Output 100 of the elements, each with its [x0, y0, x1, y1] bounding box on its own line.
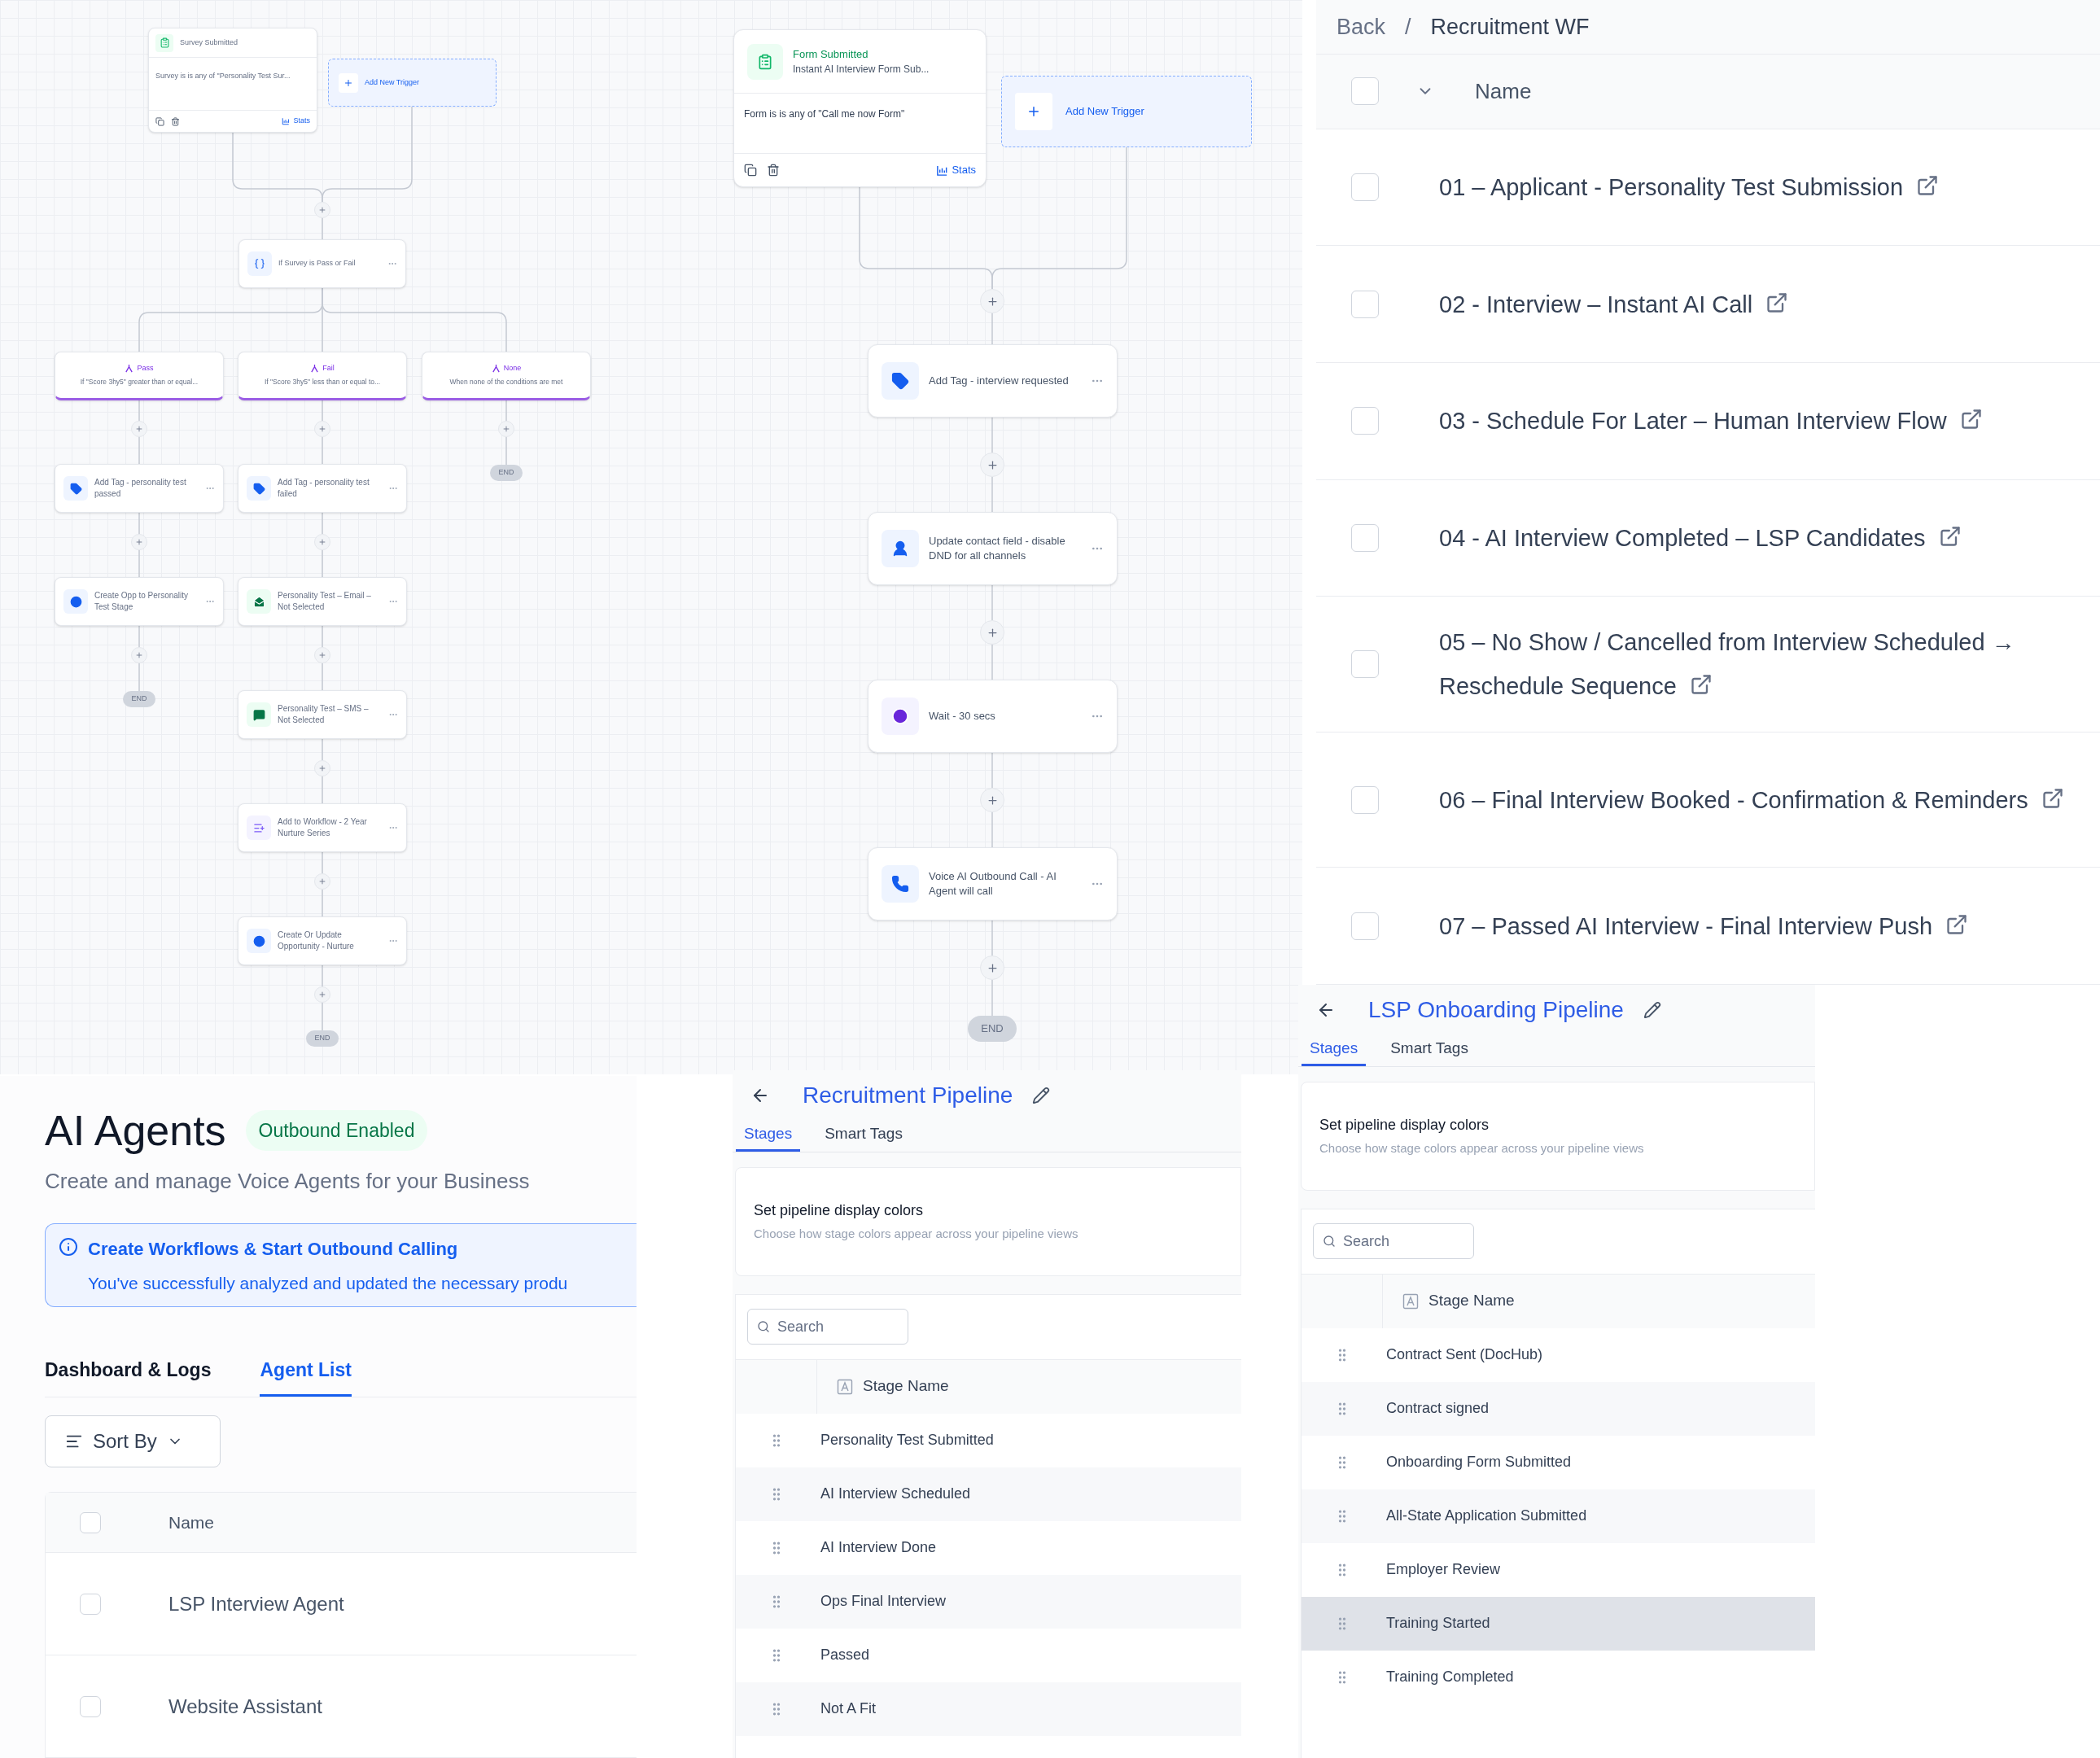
checkbox[interactable] [1351, 523, 1379, 552]
checkbox[interactable] [1351, 173, 1379, 201]
add-step-button[interactable] [131, 421, 147, 437]
action-node[interactable]: Add Tag - interview requested [868, 344, 1118, 418]
stage-name: Contract Sent (DocHub) [1386, 1345, 1543, 1364]
column-header: Stage Name [1428, 1291, 1515, 1311]
edit-icon[interactable] [1643, 1001, 1661, 1019]
search-field[interactable]: Search [1313, 1223, 1474, 1259]
workflow-name[interactable]: 01 – Applicant - Personality Test Submission [1439, 164, 1940, 209]
checkbox[interactable] [1351, 77, 1379, 106]
add-step-button[interactable] [980, 453, 1004, 477]
add-step-button[interactable] [314, 647, 330, 663]
external-link-icon[interactable] [1765, 291, 1789, 314]
action-node[interactable]: Add to Workflow - 2 Year Nurture Series [238, 803, 407, 852]
checkbox[interactable] [1351, 290, 1379, 318]
table-row[interactable]: 06 – Final Interview Booked - Confirmation & Reminders [1316, 732, 2100, 868]
workflow-name[interactable]: 03 - Schedule For Later – Human Interview Flow [1439, 399, 1983, 444]
add-step-button[interactable] [314, 760, 330, 776]
workflow-name[interactable]: 05 – No Show / Cancelled from Interview Scheduled → Reschedule Sequence [1439, 620, 2087, 709]
copy-icon[interactable] [744, 164, 757, 177]
add-step-button[interactable] [131, 534, 147, 550]
external-link-icon[interactable] [1938, 524, 1962, 548]
add-step-button[interactable] [498, 421, 514, 437]
add-step-button[interactable] [131, 647, 147, 663]
workflow-name[interactable]: 07 – Passed AI Interview - Final Interview Push [1439, 903, 1969, 948]
action-node[interactable]: Personality Test – Email – Not Selected [238, 577, 407, 626]
tab[interactable]: Smart Tags [816, 1122, 911, 1152]
branch-node[interactable]: Fail If "Score 3hy5" less than or equal to... [238, 352, 407, 400]
checkbox[interactable] [1351, 785, 1379, 814]
action-node[interactable]: Personality Test – SMS – Not Selected [238, 690, 407, 739]
stats-button[interactable]: Stats [936, 162, 976, 178]
workflow-name[interactable]: 06 – Final Interview Booked - Confirmation & Reminders [1439, 777, 2064, 822]
stage-row[interactable]: Training Started [1302, 1596, 1815, 1651]
add-step-button[interactable] [314, 986, 330, 1003]
external-link-icon[interactable] [1689, 673, 1713, 697]
stage-row[interactable]: AI Interview Scheduled [736, 1467, 1241, 1521]
tab[interactable]: Dashboard & Logs [45, 1356, 212, 1397]
action-node[interactable]: Add Tag - personality test passed [55, 464, 224, 513]
external-link-icon[interactable] [1945, 912, 1969, 936]
trigger-node[interactable]: Form Submitted Instant AI Interview Form Sub... Form is is any of "Call me now Form" Stats [733, 29, 987, 187]
table-row[interactable]: 02 - Interview – Instant AI Call [1316, 246, 2100, 363]
edit-icon[interactable] [1032, 1087, 1051, 1104]
add-step-button[interactable] [980, 788, 1004, 812]
checkbox[interactable] [1351, 912, 1379, 940]
workflow-name[interactable]: 02 - Interview – Instant AI Call [1439, 282, 1789, 326]
table-row[interactable]: 01 – Applicant - Personality Test Submission [1316, 129, 2100, 247]
stage-row[interactable]: Contract signed [1302, 1381, 1815, 1436]
checkbox[interactable] [80, 1695, 101, 1717]
workflow-name[interactable]: 04 - AI Interview Completed – LSP Candidates [1439, 515, 1962, 560]
action-node[interactable]: Create Or Update Opportunity - Nurture [238, 916, 407, 965]
add-step-button[interactable] [980, 956, 1004, 980]
tab[interactable]: Stages [736, 1122, 801, 1152]
branch-node[interactable]: None When none of the conditions are met [422, 352, 591, 400]
table-row[interactable]: Website Assistant [46, 1655, 637, 1758]
stage-row[interactable]: Ops Final Interview [736, 1574, 1241, 1629]
action-node[interactable]: Wait - 30 secs [868, 680, 1118, 753]
external-link-icon[interactable] [2041, 786, 2064, 810]
trigger-node[interactable]: Survey Submitted Survey is is any of "Personality Test Sur... Stats [148, 28, 317, 133]
action-node[interactable]: Add Tag - personality test failed [238, 464, 407, 513]
connector-line [322, 400, 323, 422]
action-node[interactable]: Update contact field - disable DND for all channels [868, 512, 1118, 585]
table-row[interactable]: 05 – No Show / Cancelled from Interview Scheduled → Reschedule Sequence [1316, 597, 2100, 732]
phone-icon [882, 865, 919, 903]
action-node[interactable]: Create Opp to Personality Test Stage [55, 577, 224, 626]
add-step-button[interactable] [314, 534, 330, 550]
search-field[interactable]: Search [747, 1309, 908, 1345]
stage-row[interactable]: Not A Fit [736, 1681, 1241, 1736]
stats-button[interactable]: Stats [282, 116, 310, 127]
column-header: Stage Name [863, 1376, 949, 1397]
table-row[interactable]: LSP Interview Agent [46, 1553, 637, 1655]
checkbox[interactable] [80, 1593, 101, 1615]
add-step-button[interactable] [314, 873, 330, 890]
page-title: AI Agents [45, 1106, 226, 1156]
condition-node[interactable]: If Survey is Pass or Fail [238, 239, 406, 288]
sort-by-button[interactable]: Sort By [45, 1415, 221, 1467]
table-row[interactable]: 04 - AI Interview Completed – LSP Candidates [1316, 479, 2100, 597]
back-link[interactable]: Back [1337, 10, 1386, 44]
table-row[interactable]: 07 – Passed AI Interview - Final Interview Push [1316, 868, 2100, 985]
add-step-button[interactable] [980, 620, 1004, 645]
add-trigger-button[interactable]: Add New Trigger [1001, 76, 1252, 147]
action-node[interactable]: Voice AI Outbound Call - AI Agent will call [868, 847, 1118, 921]
connector-line [505, 400, 507, 422]
table-row[interactable]: 03 - Schedule For Later – Human Interview Flow [1316, 362, 2100, 480]
checkbox[interactable] [80, 1511, 101, 1533]
add-step-button[interactable] [314, 202, 330, 218]
trash-icon[interactable] [767, 164, 780, 177]
external-link-icon[interactable] [1916, 173, 1940, 197]
stage-row[interactable]: All-State Application Submitted [1302, 1489, 1815, 1543]
add-step-button[interactable] [314, 421, 330, 437]
tab[interactable]: Stages [1302, 1037, 1367, 1066]
add-trigger-button[interactable]: Add New Trigger [328, 59, 497, 107]
tab[interactable]: Smart Tags [1382, 1037, 1477, 1066]
copy-icon[interactable] [155, 116, 164, 126]
trash-icon[interactable] [171, 116, 180, 126]
branch-node[interactable]: Pass If "Score 3hy5" greater than or equal... [55, 352, 224, 400]
tab[interactable]: Agent List [260, 1356, 352, 1397]
checkbox[interactable] [1351, 650, 1379, 679]
checkbox[interactable] [1351, 407, 1379, 435]
add-step-button[interactable] [980, 289, 1004, 313]
external-link-icon[interactable] [1959, 408, 1983, 431]
